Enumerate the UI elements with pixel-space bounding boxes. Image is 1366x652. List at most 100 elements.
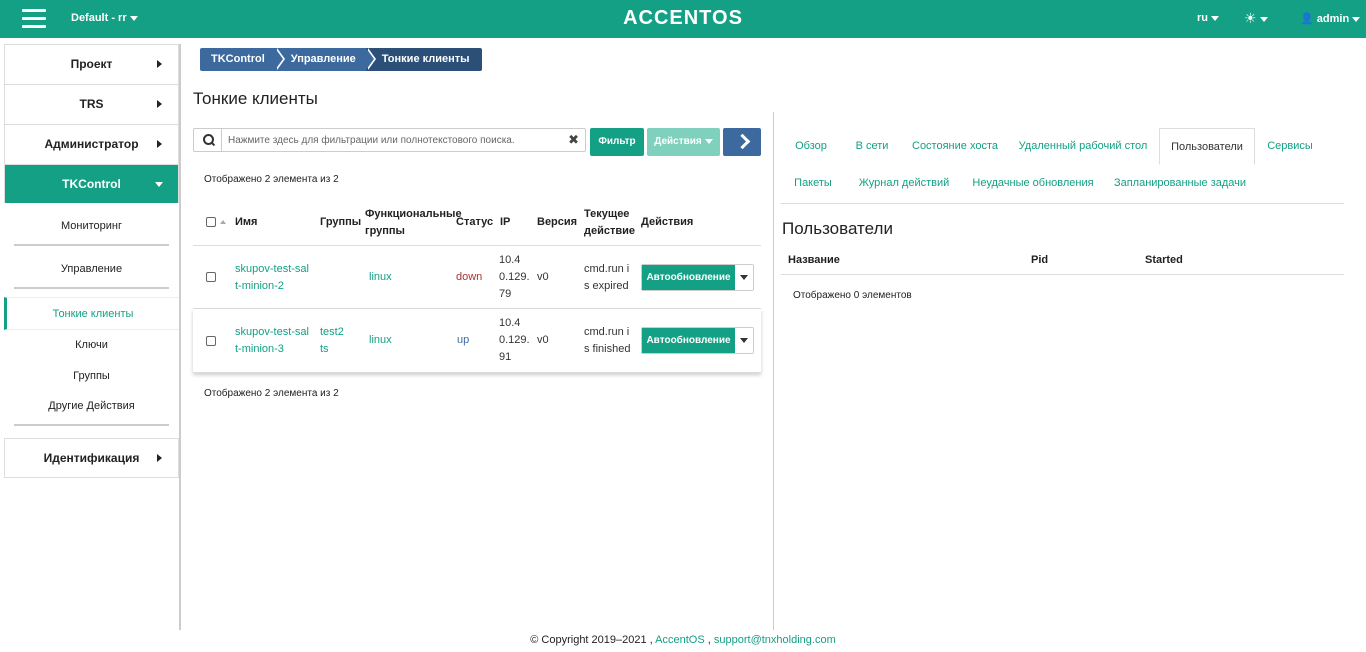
tab-services[interactable]: Сервисы <box>1262 128 1318 165</box>
col-header-user-name[interactable]: Название <box>788 254 840 266</box>
sun-icon: ☀ <box>1244 10 1257 26</box>
chevron-right-icon <box>157 140 162 148</box>
project-selector-label: Default - rr <box>71 12 127 24</box>
theme-selector[interactable]: ☀ <box>1244 10 1268 27</box>
tab-remote-desktop[interactable]: Удаленный рабочий стол <box>1014 128 1152 165</box>
sidebar-item-groups[interactable]: Группы <box>4 361 179 392</box>
support-email-link[interactable]: support@tnxholding.com <box>714 634 836 646</box>
footer: © Copyright 2019–2021 , AccentOS , suppo… <box>0 634 1366 646</box>
client-current-action: cmd.run i s finished <box>584 324 630 358</box>
client-name-link[interactable]: skupov-test-sal t-minion-2 <box>235 261 309 295</box>
row-actions-dropdown-icon[interactable] <box>735 265 753 290</box>
sidebar-group-other-actions[interactable]: Другие Действия <box>14 392 169 426</box>
project-selector[interactable]: Default - rr <box>71 12 138 24</box>
col-header-ip[interactable]: IP <box>500 214 510 231</box>
tab-users[interactable]: Пользователи <box>1159 128 1255 165</box>
clear-icon[interactable]: ✖ <box>568 132 579 148</box>
chevron-down-icon <box>1352 16 1361 22</box>
breadcrumb: TKControl Управление Тонкие клиенты <box>200 48 482 71</box>
col-header-status[interactable]: Статус <box>456 214 493 231</box>
col-header-current-line2: действие <box>584 225 636 237</box>
sidebar-item-keys[interactable]: Ключи <box>4 330 179 361</box>
search-icon <box>194 129 222 151</box>
client-name-link[interactable]: skupov-test-sal t-minion-3 <box>235 324 309 358</box>
col-header-groups[interactable]: Группы <box>320 214 361 231</box>
tab-scheduled-tasks[interactable]: Запланированные задачи <box>1111 165 1249 202</box>
row-checkbox[interactable] <box>206 272 216 282</box>
chevron-right-icon <box>157 60 162 68</box>
client-ip: 10.4 0.129. 91 <box>499 315 530 366</box>
filter-button[interactable]: Фильтр <box>590 128 644 156</box>
chevron-right-icon <box>157 100 162 108</box>
sidebar-section-admin[interactable]: Администратор <box>4 124 179 164</box>
col-header-func-groups-line2: группы <box>365 225 405 237</box>
sidebar-group-monitoring[interactable]: Мониторинг <box>14 203 169 246</box>
sidebar-section-label: TKControl <box>62 177 121 191</box>
client-ip-line1: 10.4 <box>499 254 521 266</box>
tab-packages[interactable]: Пакеты <box>788 165 838 202</box>
menu-icon[interactable] <box>22 9 46 29</box>
row-checkbox[interactable] <box>206 336 216 346</box>
tab-action-log[interactable]: Журнал действий <box>854 165 954 202</box>
col-header-started[interactable]: Started <box>1145 254 1183 266</box>
sidebar-section-label: TRS <box>79 97 104 111</box>
sort-icon <box>220 220 226 224</box>
client-func-group-link[interactable]: linux <box>369 269 392 286</box>
client-name-line2: t-minion-3 <box>235 343 284 355</box>
client-version: v0 <box>537 334 549 346</box>
sidebar-section-label: Администратор <box>44 137 139 151</box>
row-actions-dropdown-icon[interactable] <box>735 328 753 353</box>
client-ip: 10.4 0.129. 79 <box>499 252 530 303</box>
page-title: Тонкие клиенты <box>193 89 318 108</box>
client-action-line2: s finished <box>584 343 631 355</box>
client-action-line2: s expired <box>584 280 629 292</box>
table-row: skupov-test-sal t-minion-2 linux down 10.… <box>193 246 761 309</box>
sidebar-section-tkcontrol[interactable]: TKControl <box>4 164 179 203</box>
user-menu[interactable]: 👤 admin <box>1300 12 1361 25</box>
col-header-current-action[interactable]: Текущее действие <box>584 206 635 240</box>
col-header-pid[interactable]: Pid <box>1031 254 1048 266</box>
sidebar-item-thin-clients[interactable]: Тонкие клиенты <box>4 297 179 330</box>
chevron-down-icon <box>1259 16 1268 22</box>
breadcrumb-tkcontrol[interactable]: TKControl <box>200 48 285 71</box>
tab-overview[interactable]: Обзор <box>781 128 841 165</box>
client-action-line1: cmd.run i <box>584 263 630 275</box>
items-count-bottom: Отображено 2 элемента из 2 <box>204 388 339 399</box>
client-func-group-link[interactable]: linux <box>369 332 392 349</box>
auto-update-button[interactable]: Автообновление <box>642 265 735 290</box>
actions-button-label: Действия <box>654 136 702 147</box>
sidebar-section-identity[interactable]: Идентификация <box>4 438 179 478</box>
chevron-down-icon <box>1211 15 1219 21</box>
search-input[interactable] <box>228 132 558 148</box>
auto-update-button[interactable]: Автообновление <box>642 328 735 353</box>
accentos-link[interactable]: AccentOS <box>655 634 705 646</box>
chevron-down-icon <box>155 182 163 187</box>
select-all-checkbox[interactable] <box>206 217 216 227</box>
col-header-version[interactable]: Версия <box>537 214 577 231</box>
logo-area: ACCENTOS <box>0 7 1366 30</box>
col-header-func-groups[interactable]: Функциональные группы <box>365 206 462 240</box>
top-navbar: Default - rr ACCENTOS ru ☀ 👤 admin <box>0 0 1366 38</box>
client-ip-line3: 79 <box>499 288 512 300</box>
next-arrow-button[interactable] <box>723 128 761 156</box>
col-header-name[interactable]: Имя <box>235 214 257 231</box>
search-box: ✖ <box>193 128 586 152</box>
user-icon: 👤 <box>1300 13 1314 25</box>
tab-failed-updates[interactable]: Неудачные обновления <box>968 165 1098 202</box>
chevron-down-icon <box>129 15 138 21</box>
tab-online[interactable]: В сети <box>844 128 900 165</box>
actions-dropdown-button[interactable]: Действия <box>647 128 720 156</box>
sidebar-section-project[interactable]: Проект <box>4 44 179 84</box>
language-selector[interactable]: ru <box>1197 12 1219 24</box>
client-groups-link[interactable]: test2 ts <box>320 324 344 358</box>
users-table: Название Pid Started <box>781 248 1344 275</box>
client-groups-line1: test2 <box>320 326 344 338</box>
tab-host-state[interactable]: Состояние хоста <box>907 128 1003 165</box>
sidebar-section-trs[interactable]: TRS <box>4 84 179 124</box>
breadcrumb-management[interactable]: Управление <box>274 48 376 71</box>
client-version: v0 <box>537 271 549 283</box>
chevron-down-icon <box>704 138 713 144</box>
sidebar-group-management[interactable]: Управление <box>14 246 169 289</box>
